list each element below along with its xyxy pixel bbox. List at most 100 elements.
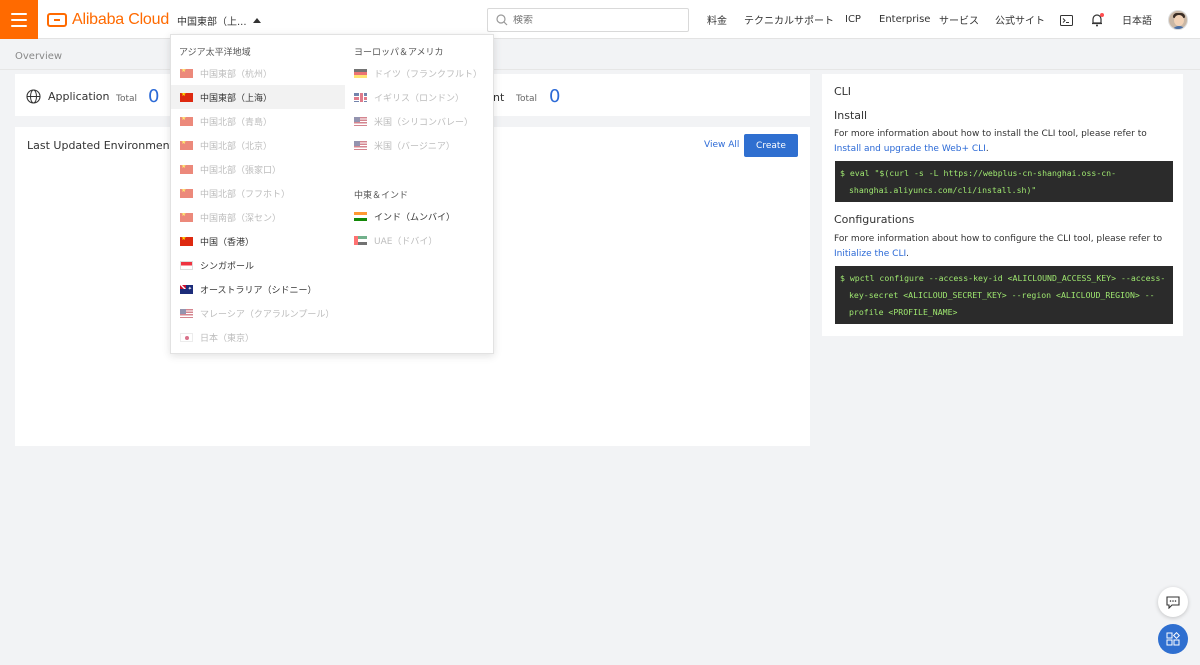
search-input[interactable] <box>513 14 673 26</box>
view-all-link[interactable]: View All <box>704 140 739 150</box>
cn-flag-icon <box>180 164 193 174</box>
sg-flag-icon <box>180 260 193 270</box>
region-option: UAE（ドバイ） <box>345 228 493 252</box>
brand-logo[interactable]: Alibaba Cloud <box>47 10 169 30</box>
install-link[interactable]: Install and upgrade the Web+ CLI <box>834 144 986 154</box>
search-icon <box>496 14 508 26</box>
nav-icp[interactable]: ICP <box>845 0 861 39</box>
search-box[interactable] <box>487 8 689 32</box>
us-flag-icon <box>180 308 193 318</box>
nav-services[interactable]: サービス <box>939 0 979 39</box>
environment-total-label: Total <box>516 94 538 104</box>
install-heading: Install <box>834 109 868 122</box>
cli-title: CLI <box>834 85 852 98</box>
region-option-label: 中国北部（フフホト） <box>200 189 291 200</box>
region-option: ドイツ（フランクフルト） <box>345 61 493 85</box>
nav-enterprise[interactable]: Enterprise <box>879 0 930 39</box>
region-dropdown: アジア太平洋地域 ヨーロッパ＆アメリカ 中東＆インド 中国東部（杭州） 中国東部（… <box>170 34 494 354</box>
in-flag-icon <box>354 211 367 221</box>
feedback-chat-icon[interactable] <box>1158 587 1188 617</box>
terminal-icon[interactable] <box>1058 12 1074 28</box>
region-option: 中国北部（張家口） <box>171 157 345 181</box>
cn-flag-icon <box>180 68 193 78</box>
nav-pricing[interactable]: 料金 <box>707 0 727 39</box>
alibaba-cloud-logo-icon <box>47 13 67 27</box>
region-option-label: 米国（シリコンバレー） <box>374 117 474 128</box>
install-command[interactable]: $ eval "$(curl -s -L https://webplus-cn-… <box>835 161 1173 202</box>
region-option-label: マレーシア（クアラルンプール） <box>200 309 335 320</box>
initialize-link[interactable]: Initialize the CLI <box>834 249 906 259</box>
user-avatar[interactable] <box>1168 10 1188 30</box>
region-option-label: 中国北部（張家口） <box>200 165 282 176</box>
region-option: 日本（東京） <box>171 325 345 349</box>
app-grid-icon[interactable] <box>1158 624 1188 654</box>
cn-flag-icon <box>180 116 193 126</box>
environment-total-value[interactable]: 0 <box>549 86 560 107</box>
region-selector[interactable]: 中国東部（上... <box>177 13 261 28</box>
environments-title: Last Updated Environments <box>27 139 180 152</box>
region-option: マレーシア（クアラルンプール） <box>171 301 345 325</box>
region-option: 中国東部（杭州） <box>171 61 345 85</box>
au-flag-icon <box>180 284 193 294</box>
region-option-label: UAE（ドバイ） <box>374 236 438 247</box>
region-selected-label: 中国東部（上... <box>177 17 247 28</box>
group-europe-americas: ヨーロッパ＆アメリカ <box>354 48 444 58</box>
region-option-label: 中国北部（青島） <box>200 117 273 128</box>
caret-up-icon <box>252 18 261 23</box>
application-total-label: Total <box>116 94 138 104</box>
region-option[interactable]: オーストラリア（シドニー） <box>171 277 345 301</box>
us-flag-icon <box>354 116 367 126</box>
region-option: 中国北部（北京） <box>171 133 345 157</box>
cn-flag-icon <box>180 92 193 102</box>
cn-flag-icon <box>180 236 193 246</box>
region-option: 中国南部（深セン） <box>171 205 345 229</box>
notification-bell-icon[interactable] <box>1089 12 1105 28</box>
region-option: イギリス（ロンドン） <box>345 85 493 109</box>
region-option-label: 中国南部（深セン） <box>200 213 282 224</box>
region-option-label: 中国北部（北京） <box>200 141 273 152</box>
group-middle-east-india: 中東＆インド <box>354 191 409 201</box>
language-selector[interactable]: 日本語 <box>1122 0 1152 39</box>
region-option: 米国（シリコンバレー） <box>345 109 493 133</box>
gb-flag-icon <box>354 92 367 102</box>
us-flag-icon <box>354 140 367 150</box>
group-asia-pacific: アジア太平洋地域 <box>179 48 251 58</box>
menu-icon[interactable] <box>0 0 38 39</box>
globe-icon <box>26 89 41 104</box>
ae-flag-icon <box>354 235 367 245</box>
brand-name: Alibaba Cloud <box>72 11 170 28</box>
install-description: For more information about how to instal… <box>834 129 1147 154</box>
jp-flag-icon <box>180 332 193 342</box>
breadcrumb[interactable]: Overview <box>15 51 62 62</box>
region-option: 中国北部（フフホト） <box>171 181 345 205</box>
region-option-label: 米国（バージニア） <box>374 141 455 152</box>
region-option[interactable]: 中国（香港） <box>171 229 345 253</box>
region-option-label: イギリス（ロンドン） <box>374 93 465 104</box>
region-option-label: ドイツ（フランクフルト） <box>374 69 483 80</box>
region-option-label: インド（ムンバイ） <box>374 212 456 223</box>
configure-command[interactable]: $ wpctl configure --access-key-id <ALICL… <box>835 266 1173 324</box>
application-total-value[interactable]: 0 <box>148 86 159 107</box>
de-flag-icon <box>354 68 367 78</box>
region-option: 中国北部（青島） <box>171 109 345 133</box>
create-button[interactable]: Create <box>744 134 798 157</box>
region-option-label: 日本（東京） <box>200 333 255 344</box>
configurations-heading: Configurations <box>834 213 915 226</box>
region-option[interactable]: 中国東部（上海） <box>171 85 345 109</box>
region-option-label: シンガポール <box>200 261 255 272</box>
region-option[interactable]: インド（ムンバイ） <box>345 204 493 228</box>
cn-flag-icon <box>180 188 193 198</box>
region-option-label: 中国東部（上海） <box>200 93 273 104</box>
nav-official-site[interactable]: 公式サイト <box>995 0 1045 39</box>
configurations-description: For more information about how to config… <box>834 234 1163 259</box>
nav-support[interactable]: テクニカルサポート <box>744 0 834 39</box>
cn-flag-icon <box>180 140 193 150</box>
region-option: 米国（バージニア） <box>345 133 493 157</box>
region-option-label: 中国東部（杭州） <box>200 69 273 80</box>
cn-flag-icon <box>180 212 193 222</box>
application-label: Application <box>48 90 110 103</box>
region-option-label: オーストラリア（シドニー） <box>200 285 317 296</box>
environment-label: nt <box>493 91 505 104</box>
region-option[interactable]: シンガポール <box>171 253 345 277</box>
region-option-label: 中国（香港） <box>200 237 255 248</box>
